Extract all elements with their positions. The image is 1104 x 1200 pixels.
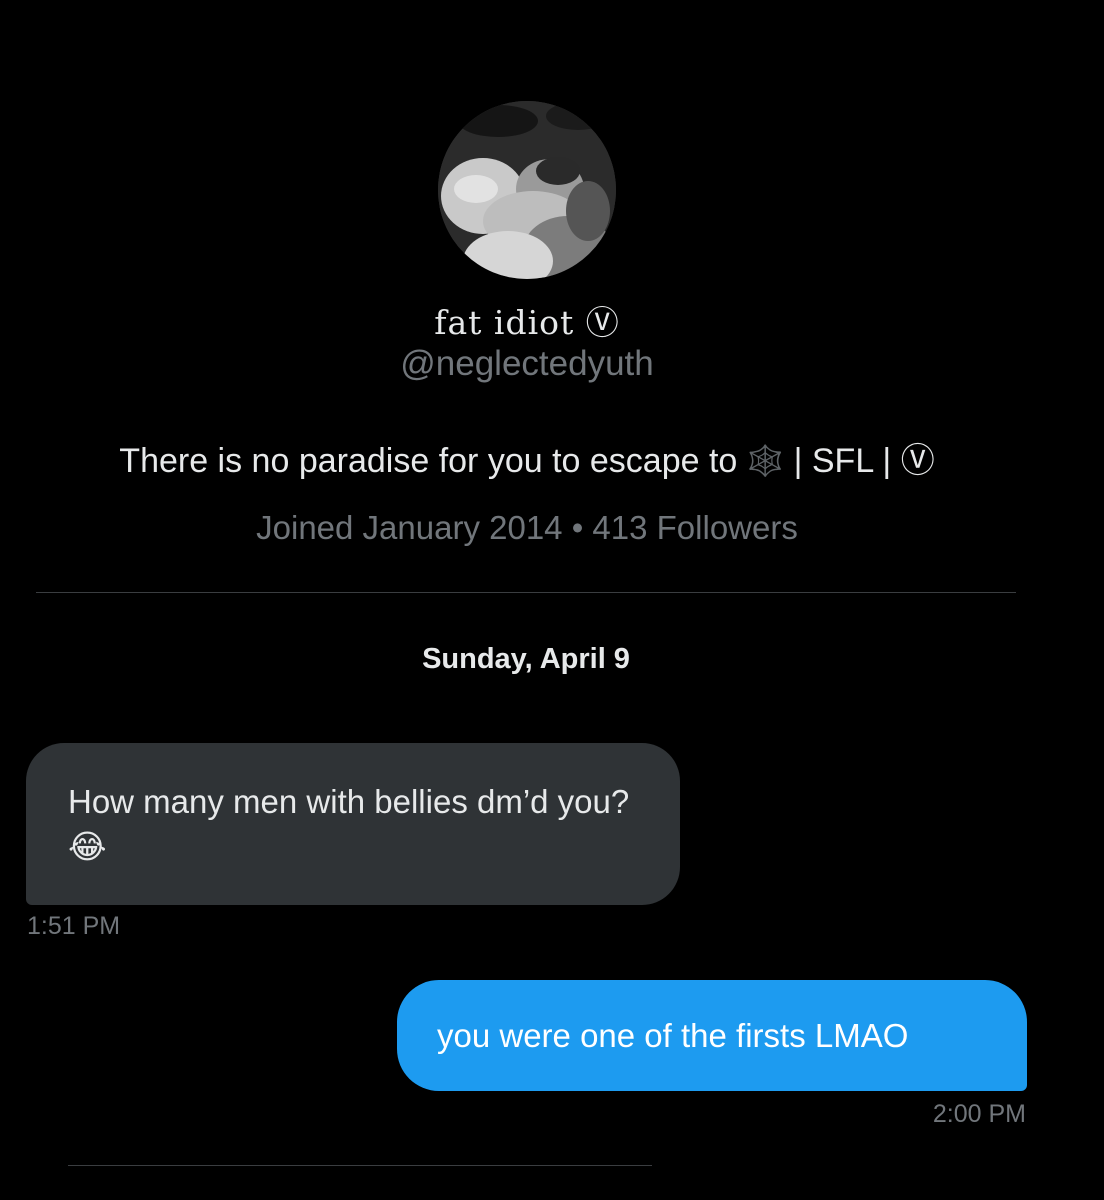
- outgoing-message-text: you were one of the firsts LMAO: [437, 1017, 909, 1054]
- laughing-emoji-icon: 😂: [68, 828, 107, 865]
- profile-divider: [36, 592, 1016, 593]
- outgoing-message-time: 2:00 PM: [932, 1100, 1026, 1128]
- incoming-message-bubble[interactable]: How many men with bellies dm’d you? 😂: [26, 743, 680, 905]
- profile-bio: There is no paradise for you to escape t…: [0, 433, 1054, 482]
- profile-meta: Joined January 2014 • 413 Followers: [256, 509, 798, 546]
- profile-handle[interactable]: @neglectedyuth: [0, 344, 1054, 384]
- outgoing-message-bubble[interactable]: you were one of the firsts LMAO: [397, 980, 1027, 1091]
- profile-avatar[interactable]: [438, 101, 616, 279]
- bio-text: There is no paradise for you to escape t…: [119, 442, 738, 480]
- profile-display-name: fat idiot Ⓥ: [434, 303, 620, 342]
- profile-photo-icon: [438, 101, 616, 279]
- bio-suffix: | SFL | Ⓥ: [793, 442, 935, 480]
- spider-web-icon: 🕸️: [746, 445, 785, 478]
- incoming-message-text: How many men with bellies dm’d you?: [68, 783, 630, 820]
- bottom-divider: [68, 1165, 652, 1166]
- date-separator: Sunday, April 9: [422, 643, 630, 675]
- incoming-message-time: 1:51 PM: [27, 912, 121, 940]
